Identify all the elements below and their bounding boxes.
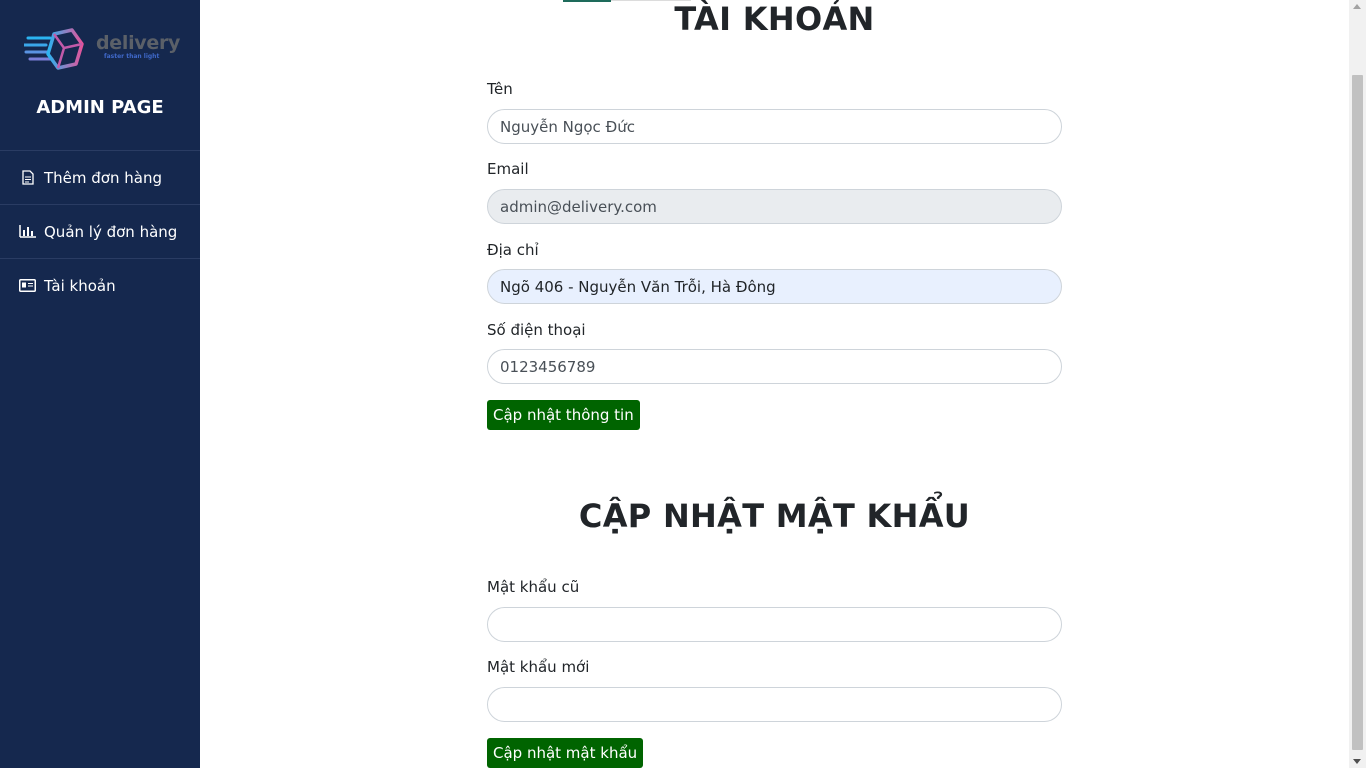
vertical-scrollbar[interactable] [1349,0,1366,768]
logo-tagline: faster than light [104,53,160,60]
update-info-button[interactable]: Cập nhật thông tin [487,400,640,430]
scroll-up-arrow-icon[interactable] [1353,4,1361,9]
email-input[interactable]: admin@delivery.com [487,189,1062,224]
scrollbar-thumb[interactable] [1352,75,1363,750]
logo-box-icon [22,28,84,70]
scroll-down-arrow-icon[interactable] [1353,759,1361,764]
password-title: CẬP NHẬT MẬT KHẨU [578,497,971,535]
id-card-icon [19,278,36,293]
sidebar-item-account[interactable]: Tài khoản [0,258,200,312]
sidebar-item-add-order[interactable]: Thêm đơn hàng [0,150,200,204]
name-input[interactable]: Nguyễn Ngọc Đức [487,109,1062,144]
document-icon [19,170,36,185]
phone-label: Số điện thoại [487,321,586,339]
name-label: Tên [487,80,513,98]
bar-chart-icon [19,224,36,239]
new-password-input[interactable] [487,687,1062,722]
old-password-input[interactable] [487,607,1062,642]
new-password-label: Mật khẩu mới [487,658,590,676]
sidebar: delivery faster than light ADMIN PAGE Th… [0,0,200,768]
email-label: Email [487,160,529,178]
update-password-button[interactable]: Cập nhật mật khẩu [487,738,644,768]
sidebar-item-label: Quản lý đơn hàng [44,222,178,241]
old-password-label: Mật khẩu cũ [487,578,580,596]
address-input[interactable]: Ngõ 406 - Nguyễn Văn Trỗi, Hà Đông [487,269,1062,304]
address-label: Địa chỉ [487,241,539,259]
sidebar-nav: Thêm đơn hàng Quản lý đơn hàng Tài khoản [0,150,200,312]
sidebar-item-manage-orders[interactable]: Quản lý đơn hàng [0,204,200,258]
delivery-logo[interactable]: delivery faster than light [22,28,181,70]
account-title: TÀI KHOẢN [674,0,875,38]
logo-wordmark: delivery [96,32,181,54]
phone-input[interactable]: 0123456789 [487,349,1062,384]
sidebar-item-label: Thêm đơn hàng [44,168,162,187]
admin-page-title: ADMIN PAGE [36,97,164,118]
sidebar-item-label: Tài khoản [44,276,116,295]
